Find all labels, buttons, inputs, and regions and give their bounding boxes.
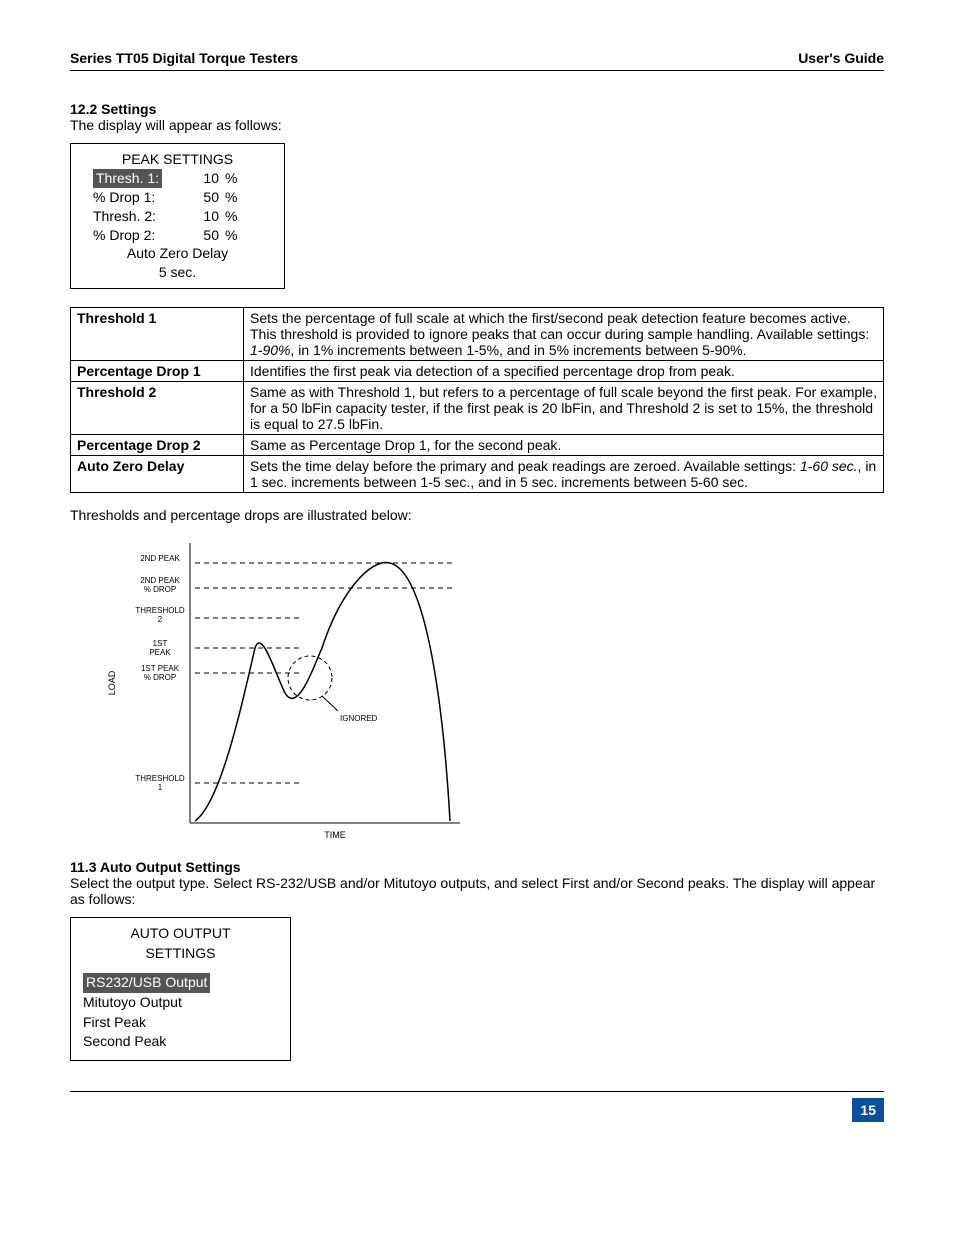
definitions-table: Threshold 1 Sets the percentage of full … — [70, 307, 884, 493]
def-desc-4: Sets the time delay before the primary a… — [244, 456, 884, 493]
y-marker-th1: THRESHOLD1 — [135, 774, 185, 792]
def-name-3: Percentage Drop 2 — [71, 435, 244, 456]
def-desc-0: Sets the percentage of full scale at whi… — [244, 308, 884, 361]
lcd-azd-value: 5 sec. — [75, 263, 280, 282]
header-left: Series TT05 Digital Torque Testers — [70, 50, 298, 66]
intro-text-2: Select the output type. Select RS-232/US… — [70, 875, 884, 907]
lcd-label-thresh1: Thresh. 1: — [93, 169, 162, 188]
lcd-row-drop2: % Drop 2: 50 % — [75, 226, 280, 245]
def-name-4: Auto Zero Delay — [71, 456, 244, 493]
y-marker-1st-drop: 1ST PEAK% DROP — [141, 664, 180, 682]
auto-item-1: Mitutoyo Output — [83, 993, 278, 1013]
lcd-value-drop2: 50 — [179, 226, 225, 245]
header-right: User's Guide — [798, 50, 884, 66]
table-row: Threshold 2 Same as with Threshold 1, bu… — [71, 382, 884, 435]
def-desc-1: Identifies the first peak via detection … — [244, 361, 884, 382]
page-footer: 15 — [70, 1091, 884, 1122]
auto-item-2: First Peak — [83, 1013, 278, 1033]
lcd-value-drop1: 50 — [179, 188, 225, 207]
lcd-row-thresh1: Thresh. 1: 10 % — [75, 169, 280, 188]
y-marker-1st-peak: 1STPEAK — [149, 639, 171, 657]
chart-svg: 2ND PEAK 2ND PEAK% DROP THRESHOLD2 1STPE… — [100, 533, 530, 843]
lcd-label-drop1: % Drop 1: — [75, 188, 179, 207]
lcd-label-thresh2: Thresh. 2: — [75, 207, 179, 226]
page-number: 15 — [852, 1098, 884, 1122]
table-row: Percentage Drop 2 Same as Percentage Dro… — [71, 435, 884, 456]
table-row: Threshold 1 Sets the percentage of full … — [71, 308, 884, 361]
threshold-chart: 2ND PEAK 2ND PEAK% DROP THRESHOLD2 1STPE… — [100, 533, 884, 843]
illustration-intro: Thresholds and percentage drops are illu… — [70, 507, 884, 523]
intro-text-1: The display will appear as follows: — [70, 117, 884, 133]
y-marker-th2: THRESHOLD2 — [135, 606, 185, 624]
lcd-title: PEAK SETTINGS — [75, 150, 280, 169]
lcd-unit-drop1: % — [225, 188, 237, 207]
lcd-label-drop2: % Drop 2: — [75, 226, 179, 245]
lcd-unit-thresh1: % — [225, 169, 237, 188]
auto-item-0: RS232/USB Output — [83, 973, 278, 993]
ignored-label: IGNORED — [340, 714, 378, 723]
lcd-unit-thresh2: % — [225, 207, 237, 226]
section-settings: 12.2 Settings The display will appear as… — [70, 101, 884, 289]
def-desc-3: Same as Percentage Drop 1, for the secon… — [244, 435, 884, 456]
def-desc-2: Same as with Threshold 1, but refers to … — [244, 382, 884, 435]
y-axis-label: LOAD — [107, 670, 117, 695]
x-axis-label: TIME — [324, 830, 346, 840]
lcd-value-thresh1: 10 — [179, 169, 225, 188]
lcd-row-drop1: % Drop 1: 50 % — [75, 188, 280, 207]
def-name-1: Percentage Drop 1 — [71, 361, 244, 382]
lcd-row-thresh2: Thresh. 2: 10 % — [75, 207, 280, 226]
def-name-2: Threshold 2 — [71, 382, 244, 435]
lcd-value-thresh2: 10 — [179, 207, 225, 226]
lcd-unit-drop2: % — [225, 226, 237, 245]
y-marker-2nd-peak: 2ND PEAK — [140, 554, 180, 563]
def-name-0: Threshold 1 — [71, 308, 244, 361]
table-row: Auto Zero Delay Sets the time delay befo… — [71, 456, 884, 493]
lcd-azd-label: Auto Zero Delay — [75, 244, 280, 263]
page-header: Series TT05 Digital Torque Testers User'… — [70, 50, 884, 71]
table-row: Percentage Drop 1 Identifies the first p… — [71, 361, 884, 382]
auto-item-3: Second Peak — [83, 1032, 278, 1052]
heading-12-2: 12.2 Settings — [70, 101, 884, 117]
auto-output-display: AUTO OUTPUT SETTINGS RS232/USB Output Mi… — [70, 917, 291, 1061]
heading-11-3: 11.3 Auto Output Settings — [70, 859, 884, 875]
section-auto-output: 11.3 Auto Output Settings Select the out… — [70, 859, 884, 1061]
y-marker-2nd-drop: 2ND PEAK% DROP — [140, 576, 180, 594]
auto-lcd-title: AUTO OUTPUT SETTINGS — [83, 924, 278, 963]
peak-settings-display: PEAK SETTINGS Thresh. 1: 10 % % Drop 1: … — [70, 143, 285, 289]
